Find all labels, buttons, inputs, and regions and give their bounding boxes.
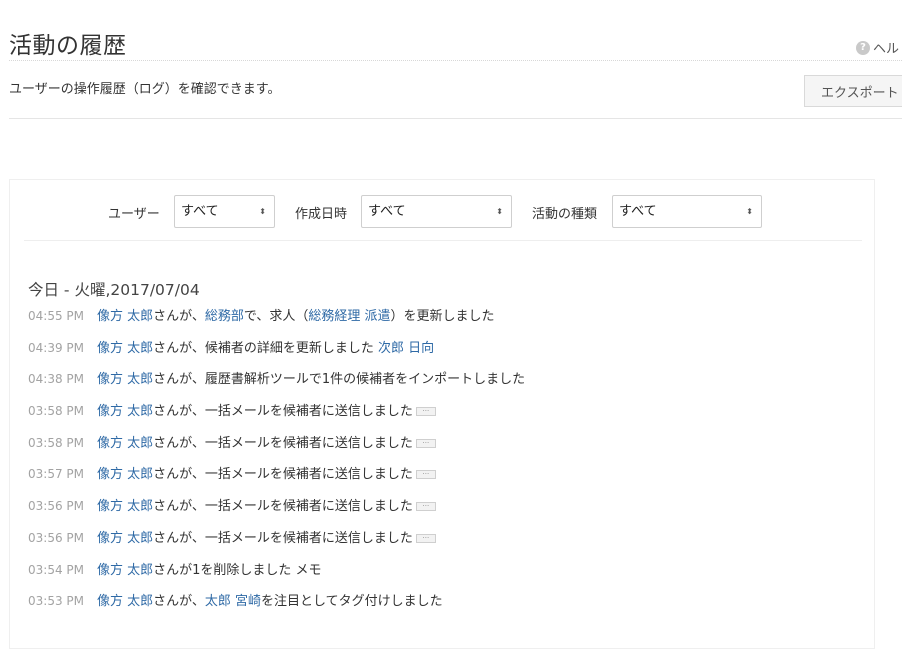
expand-details-button[interactable]: ··· [415, 438, 436, 448]
log-entry: 03:57 PM 像方 太郎さんが、一括メールを候補者に送信しました ··· [28, 464, 525, 496]
created-filter-value: すべて [368, 204, 406, 219]
entry-time: 03:53 PM [28, 594, 84, 609]
type-filter-value: すべて [619, 204, 657, 219]
expand-details-button[interactable]: ··· [415, 502, 436, 512]
user-filter-select[interactable]: すべて ⬍ [174, 195, 275, 228]
log-entry: 03:56 PM 像方 太郎さんが、一括メールを候補者に送信しました ··· [28, 496, 525, 528]
entry-text: さんが1を削除しました メモ [153, 562, 322, 578]
expand-details-button[interactable]: ··· [415, 407, 436, 417]
user-link[interactable]: 像方 太郎 [97, 563, 153, 578]
entry-text: さんが、候補者の詳細を更新しました [153, 340, 379, 356]
expand-details-button[interactable]: ··· [415, 533, 436, 543]
user-link[interactable]: 像方 太郎 [97, 436, 153, 451]
user-link[interactable]: 像方 太郎 [97, 531, 153, 546]
entry-time: 03:54 PM [28, 562, 84, 577]
user-link[interactable]: 像方 太郎 [97, 372, 153, 387]
entry-text: さんが、一括メールを候補者に送信しました [153, 467, 413, 483]
entry-time: 03:58 PM [28, 404, 84, 419]
department-link[interactable]: 総務部 [205, 309, 244, 324]
user-filter-value: すべて [181, 204, 219, 219]
entry-time: 03:58 PM [28, 435, 84, 450]
user-link[interactable]: 像方 太郎 [97, 499, 153, 514]
entry-text: さんが、 [153, 594, 205, 610]
entry-text: さんが、 [153, 309, 205, 324]
entry-text: さんが、履歴書解析ツールで1件の候補者をインポートしました [153, 372, 526, 388]
question-icon: ? [856, 40, 870, 55]
entry-text: さんが、一括メールを候補者に送信しました [153, 530, 413, 546]
entry-time: 03:56 PM [28, 530, 84, 545]
job-link[interactable]: 総務経理 派遣 [308, 309, 390, 324]
user-link[interactable]: 像方 太郎 [97, 341, 153, 356]
entry-time: 04:55 PM [28, 309, 84, 323]
page-title: 活動の履歴 [9, 33, 127, 59]
entry-text: さんが、一括メールを候補者に送信しました [153, 435, 413, 451]
filter-divider [24, 240, 862, 241]
log-entry: 03:56 PM 像方 太郎さんが、一括メールを候補者に送信しました ··· [28, 528, 525, 560]
title-divider [9, 60, 902, 61]
select-arrows-icon: ⬍ [496, 207, 503, 216]
entry-time: 03:57 PM [28, 467, 84, 482]
entry-text: で、求人（ [243, 309, 309, 324]
entry-text: ）を更新しました [390, 309, 495, 324]
log-entry: 03:53 PM 像方 太郎さんが、太郎 宮崎を注目としてタグ付けしました [28, 591, 525, 623]
help-label: ヘル [873, 42, 900, 57]
header-divider [9, 118, 902, 119]
log-entry: 04:38 PM 像方 太郎さんが、履歴書解析ツールで1件の候補者をインポートしま… [28, 369, 525, 401]
user-link[interactable]: 像方 太郎 [97, 309, 153, 324]
entry-text: さんが、一括メールを候補者に送信しました [153, 404, 413, 420]
user-link[interactable]: 像方 太郎 [97, 404, 153, 419]
user-link[interactable]: 像方 太郎 [97, 594, 153, 609]
type-filter-label: 活動の種類 [532, 207, 598, 222]
help-link[interactable]: ? ヘル [856, 38, 899, 57]
select-arrows-icon: ⬍ [746, 207, 753, 216]
type-filter-select[interactable]: すべて ⬍ [612, 195, 762, 228]
export-button[interactable]: エクスポート [804, 75, 902, 107]
select-arrows-icon: ⬍ [259, 207, 266, 216]
entry-time: 04:38 PM [28, 372, 84, 387]
created-filter-label: 作成日時 [295, 207, 348, 222]
activity-log: 04:55 PM 像方 太郎さんが、総務部で、求人（総務経理 派遣）を更新しました… [28, 306, 525, 623]
entry-text: を注目としてタグ付けしました [261, 594, 443, 610]
page-description: ユーザーの操作履歴（ログ）を確認できます。 [9, 82, 281, 97]
entry-time: 04:39 PM [28, 340, 84, 355]
entry-time: 03:56 PM [28, 499, 84, 514]
log-entry: 04:55 PM 像方 太郎さんが、総務部で、求人（総務経理 派遣）を更新しました [28, 306, 525, 338]
created-filter-select[interactable]: すべて ⬍ [361, 195, 512, 228]
log-entry: 03:58 PM 像方 太郎さんが、一括メールを候補者に送信しました ··· [28, 401, 525, 433]
user-link[interactable]: 像方 太郎 [97, 467, 153, 482]
day-heading: 今日 - 火曜,2017/07/04 [28, 281, 200, 299]
candidate-link[interactable]: 次郎 日向 [378, 341, 434, 356]
user-filter-label: ユーザー [108, 207, 160, 222]
log-entry: 03:54 PM 像方 太郎さんが1を削除しました メモ [28, 560, 525, 592]
candidate-link[interactable]: 太郎 宮崎 [205, 594, 261, 609]
log-entry: 03:58 PM 像方 太郎さんが、一括メールを候補者に送信しました ··· [28, 433, 525, 465]
expand-details-button[interactable]: ··· [415, 470, 436, 480]
entry-text: さんが、一括メールを候補者に送信しました [153, 499, 413, 515]
log-entry: 04:39 PM 像方 太郎さんが、候補者の詳細を更新しました 次郎 日向 [28, 338, 525, 370]
